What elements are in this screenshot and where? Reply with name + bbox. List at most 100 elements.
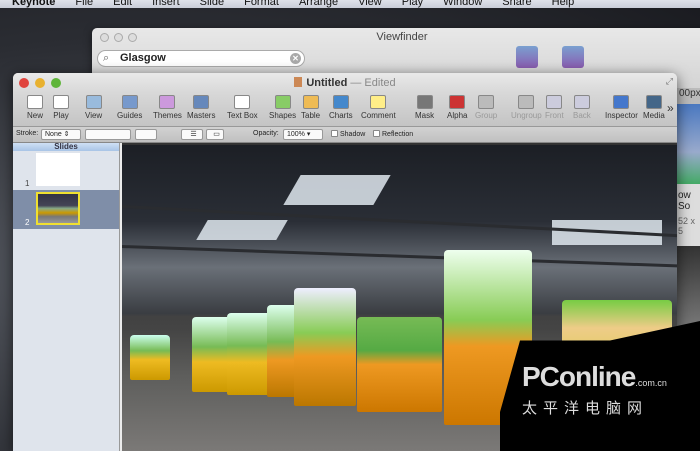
menu-edit[interactable]: Edit — [113, 0, 132, 8]
toolbar-label: Text Box — [227, 111, 258, 120]
toolbar-label: New — [27, 111, 44, 120]
document-title: Untitled — [306, 77, 348, 89]
toolbar: New Play View Guides Themes Masters Text Box Sh… — [13, 93, 677, 127]
toolbar-label: Ungroup — [511, 111, 542, 120]
group-button[interactable]: Group — [475, 95, 497, 120]
wrap-button[interactable]: ▭ — [206, 129, 224, 140]
masters-icon — [193, 95, 210, 109]
menu-insert[interactable]: Insert — [152, 0, 180, 8]
stroke-color-well[interactable] — [135, 129, 157, 140]
close-button[interactable] — [19, 78, 29, 88]
toolbar-label: Table — [301, 111, 321, 120]
export-icon[interactable] — [562, 46, 584, 68]
view-button[interactable]: View — [85, 95, 102, 120]
alpha-icon — [449, 95, 466, 109]
toolbar-label: View — [85, 111, 103, 120]
shadow-checkbox[interactable]: Shadow — [331, 130, 365, 138]
play-button[interactable]: Play — [53, 95, 69, 120]
slides-header: Slides — [13, 143, 119, 151]
toolbar-label: Alpha — [447, 111, 468, 120]
menu-play[interactable]: Play — [402, 0, 423, 8]
menu-format[interactable]: Format — [244, 0, 279, 8]
slides-navigator: Slides 1 2 — [13, 143, 120, 451]
charts-icon — [332, 95, 349, 109]
comment-icon — [370, 95, 387, 109]
toolbar-label: Charts — [329, 111, 353, 120]
menu-view[interactable]: View — [358, 0, 382, 8]
title-bar: Untitled — Edited ⤢ — [13, 73, 677, 93]
new-icon — [27, 95, 43, 109]
ungroup-icon — [518, 95, 535, 109]
toolbar-label: Shapes — [269, 111, 297, 120]
search-input[interactable]: ⌕ Glasgow ✕ — [97, 50, 305, 67]
toolbar-label: Group — [475, 111, 498, 120]
menu-help[interactable]: Help — [552, 0, 575, 8]
mask-button[interactable]: Mask — [415, 95, 434, 120]
media-button[interactable]: Media — [643, 95, 665, 120]
ungroup-button[interactable]: Ungroup — [511, 95, 542, 120]
new-button[interactable]: New — [27, 95, 43, 120]
search-icon: ⌕ — [103, 52, 110, 64]
back-icon — [573, 95, 590, 109]
import-icon[interactable] — [516, 46, 538, 68]
stroke-width-select[interactable] — [85, 129, 131, 140]
toolbar-label: Comment — [361, 111, 396, 120]
menu-keynote[interactable]: Keynote — [12, 0, 55, 8]
toolbar-overflow-button[interactable]: » — [667, 101, 674, 115]
masters-button[interactable]: Masters — [187, 95, 215, 120]
watermark-chinese: 太平洋电脑网 — [522, 400, 649, 417]
inspector-icon — [613, 95, 630, 109]
size-label: 00px — [677, 88, 700, 104]
reflection-checkbox[interactable]: Reflection — [373, 130, 413, 138]
menu-file[interactable]: File — [75, 0, 93, 8]
format-bar: Stroke: None ⇕ ☰ ▭ Opacity: 100% ▾ Shado… — [13, 127, 677, 143]
stroke-label: Stroke: — [16, 130, 39, 137]
table-button[interactable]: Table — [301, 95, 320, 120]
stroke-select[interactable]: None ⇕ — [41, 129, 81, 140]
opacity-select[interactable]: 100% ▾ — [283, 129, 323, 140]
fullscreen-icon[interactable]: ⤢ — [666, 76, 673, 87]
menu-window[interactable]: Window — [443, 0, 482, 8]
view-icon — [85, 95, 102, 109]
photo-caption: ow So — [678, 190, 691, 212]
slide-thumbnail-2[interactable]: 2 — [13, 190, 119, 229]
alignment-button[interactable]: ☰ — [181, 129, 203, 140]
slide-thumbnail-1[interactable]: 1 — [13, 151, 119, 190]
media-icon — [645, 95, 662, 109]
guides-icon — [121, 95, 138, 109]
alpha-button[interactable]: Alpha — [447, 95, 467, 120]
minimize-button[interactable] — [35, 78, 45, 88]
toolbar-label: Inspector — [605, 111, 638, 120]
back-button[interactable]: Back — [573, 95, 591, 120]
text-box-button[interactable]: Text Box — [227, 95, 258, 120]
edited-status: — Edited — [350, 77, 396, 89]
photo-dimensions: 52 x 5 — [678, 216, 696, 236]
inspector-button[interactable]: Inspector — [605, 95, 638, 120]
toolbar-label: Mask — [415, 111, 435, 120]
photo-thumbnail[interactable] — [677, 104, 700, 184]
comment-button[interactable]: Comment — [361, 95, 396, 120]
clear-search-icon[interactable]: ✕ — [290, 53, 301, 64]
watermark-logo: PConline.com.cn — [522, 361, 667, 392]
toolbar-label: Media — [643, 111, 665, 120]
themes-button[interactable]: Themes — [153, 95, 182, 120]
menu-share[interactable]: Share — [502, 0, 531, 8]
slide-number: 2 — [25, 218, 30, 227]
guides-button[interactable]: Guides — [117, 95, 142, 120]
menu-arrange[interactable]: Arrange — [299, 0, 338, 8]
table-icon — [302, 95, 319, 109]
menu-slide[interactable]: Slide — [200, 0, 224, 8]
front-button[interactable]: Front — [545, 95, 564, 120]
shapes-button[interactable]: Shapes — [269, 95, 296, 120]
opacity-label: Opacity: — [253, 130, 279, 137]
toolbar-label: Masters — [187, 111, 216, 120]
window-title: Viewfinder — [376, 31, 428, 43]
toolbar-label: Guides — [117, 111, 143, 120]
watermark: PConline.com.cn 太平洋电脑网 — [500, 321, 700, 451]
charts-button[interactable]: Charts — [329, 95, 353, 120]
slide-preview — [36, 192, 80, 225]
front-icon — [546, 95, 563, 109]
toolbar-label: Play — [53, 111, 69, 120]
zoom-button[interactable] — [51, 78, 61, 88]
slide-preview — [36, 153, 80, 186]
